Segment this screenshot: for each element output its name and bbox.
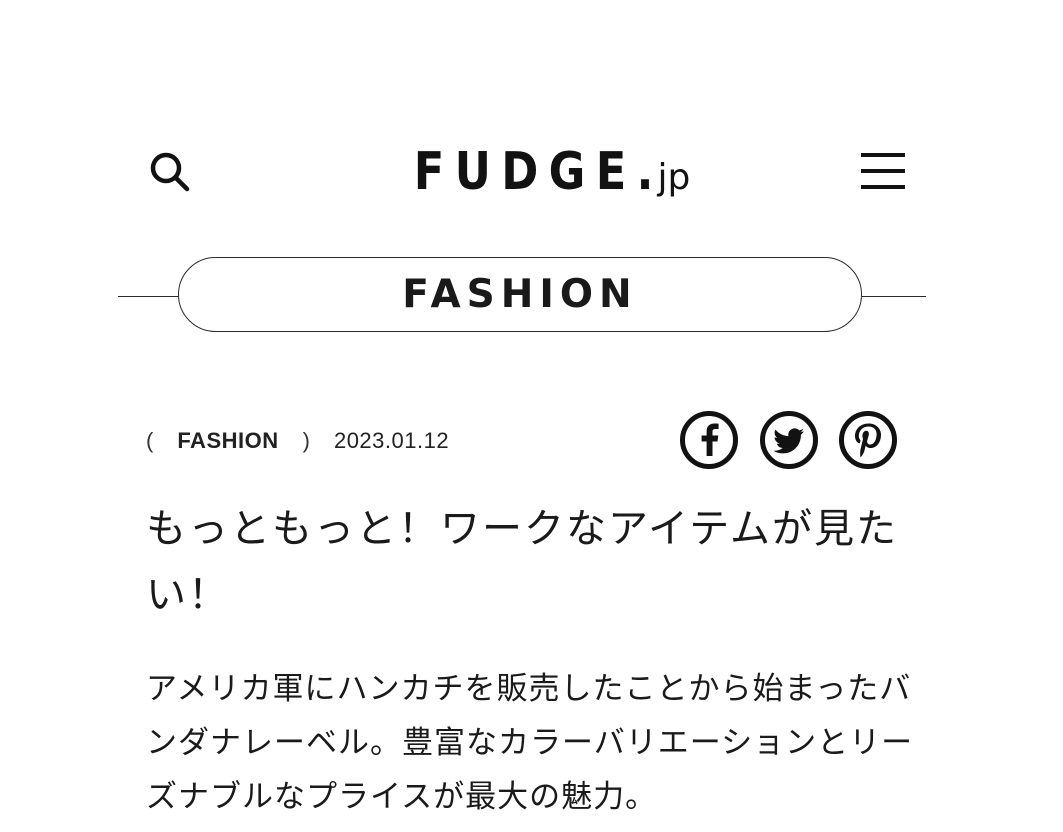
category-banner-label: FASHION	[402, 272, 638, 317]
category-divider-left	[118, 296, 182, 297]
facebook-icon	[680, 411, 738, 469]
article-title: もっともっと！ワークなアイテムが見たい！	[146, 506, 898, 618]
category-paren-close: )	[302, 428, 310, 453]
logo-wordmark: FUDGE.	[413, 142, 664, 202]
share-facebook-button[interactable]	[679, 410, 739, 470]
pinterest-icon	[839, 411, 897, 469]
share-pinterest-button[interactable]	[838, 410, 898, 470]
category-divider-right	[862, 296, 926, 297]
twitter-icon	[760, 411, 818, 469]
article-date: 2023.01.12	[333, 428, 450, 453]
category-banner[interactable]: FASHION	[178, 257, 862, 332]
category-paren-open: (	[146, 428, 154, 453]
article-category-link[interactable]: FASHION	[177, 428, 278, 454]
article-lead: アメリカ軍にハンカチを販売したことから始まったバンダナレーベル。豊富なカラーバリ…	[146, 671, 914, 815]
menu-button[interactable]	[858, 148, 908, 194]
site-header: FUDGE.jp	[0, 120, 1063, 220]
share-twitter-button[interactable]	[759, 410, 819, 470]
hamburger-menu-icon	[861, 153, 905, 189]
article-meta: ( FASHION ) 2023.01.12	[146, 425, 449, 457]
